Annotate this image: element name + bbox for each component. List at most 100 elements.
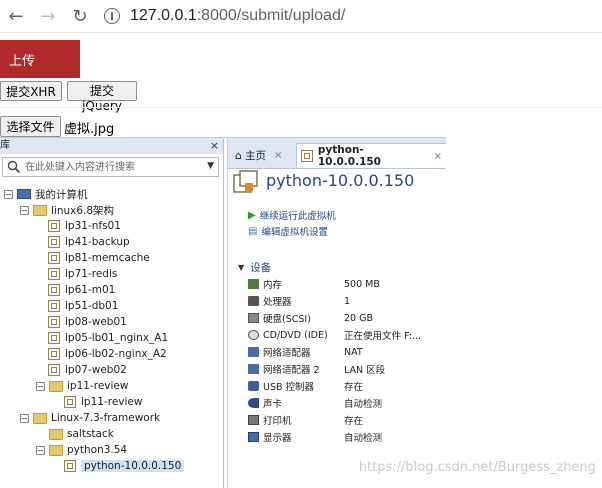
device-row-network-2[interactable]: 网络适配器 2 LAN 区段 (248, 361, 443, 377)
tab-home-label: 主页 (244, 150, 266, 162)
device-row-cpu[interactable]: 处理器 1 (248, 293, 443, 309)
watermark: https://blog.csdn.net/Burgess_zheng (358, 460, 596, 475)
search-input[interactable] (25, 159, 195, 175)
tree-item-vm[interactable]: ip11-review (64, 394, 142, 410)
site-info-icon[interactable]: i (104, 8, 120, 24)
url-path: :8000/submit/upload/ (196, 7, 346, 24)
vm-icon (301, 150, 313, 162)
collapse-icon[interactable]: − (36, 381, 45, 391)
tree-item-vm[interactable]: ip51-db01 (48, 298, 118, 314)
vm-large-icon (233, 170, 258, 193)
tree-item-vm[interactable]: ip07-web02 (48, 362, 127, 378)
device-row-usb[interactable]: USB 控制器 存在 (248, 378, 443, 394)
device-row-printer[interactable]: 打印机 存在 (248, 412, 443, 428)
device-row-memory[interactable]: 内存 500 MB (248, 276, 443, 292)
tree-item-vm[interactable]: ip41-backup (48, 234, 130, 250)
close-icon[interactable]: × (274, 150, 282, 161)
tree-item-ip11-folder[interactable]: − ip11-review (36, 378, 128, 394)
forward-arrow-icon[interactable]: → (36, 4, 60, 28)
tree-item-vm[interactable]: ip05-lb01_nginx_A1 (48, 330, 168, 346)
folder-icon (49, 444, 63, 456)
vm-title: python-10.0.0.150 (266, 171, 415, 190)
tree-item-vm[interactable]: ip08-web01 (48, 314, 127, 330)
address-bar[interactable]: i 127.0.0.1:8000/submit/upload/ (104, 4, 594, 28)
library-title: 库 (0, 138, 223, 154)
vm-icon (48, 348, 60, 360)
back-arrow-icon[interactable]: ← (4, 4, 28, 28)
home-icon: ⌂ (235, 149, 242, 162)
folder-icon (49, 380, 63, 392)
tab-bar: ⌂ 主页 × python-10.0.0.150 × (228, 138, 446, 169)
reload-icon[interactable]: ↻ (68, 4, 92, 28)
edit-vm-settings-link[interactable]: ▤ 编辑虚拟机设置 (248, 224, 328, 239)
play-icon: ▶ (248, 209, 256, 221)
library-panel: 库 × ▼ −我的计算机 −linux6.8架构 ip31-nfs01 ip41… (0, 138, 224, 488)
folder-icon (33, 204, 47, 216)
close-icon[interactable]: × (434, 151, 442, 162)
tree-item-my-computer[interactable]: − 我的计算机 (4, 186, 88, 202)
submit-jquery-button[interactable]: 提交jQuery (67, 81, 137, 113)
divider (0, 107, 602, 108)
submit-xhr-button[interactable]: 提交XHR (0, 81, 62, 101)
vm-details-pane: ⌂ 主页 × python-10.0.0.150 × python-10.0.0.15… (227, 138, 446, 488)
vm-icon (48, 300, 60, 312)
tree-item-linux73[interactable]: − Linux-7.3-framework (20, 410, 160, 426)
run-vm-link[interactable]: ▶ 继续运行此虚拟机 (248, 208, 336, 223)
tree-item-python-vm[interactable]: python-10.0.0.150 (64, 458, 185, 474)
vm-icon (48, 332, 60, 344)
device-row-display[interactable]: 显示器 自动检测 (248, 429, 443, 445)
vm-icon (48, 220, 60, 232)
tree-item-vm[interactable]: ip31-nfs01 (48, 218, 121, 234)
tree-item-linux68[interactable]: − linux6.8架构 (20, 202, 114, 218)
devices-section-header[interactable]: ▼ 设备 (238, 260, 271, 275)
vm-icon (48, 268, 60, 280)
vm-icon (64, 460, 76, 472)
computer-icon (17, 189, 31, 199)
search-icon (7, 160, 21, 174)
folder-icon (33, 412, 47, 424)
device-row-cdrom[interactable]: CD/DVD (IDE) 正在使用文件 F:... (248, 327, 443, 343)
usb-icon (248, 381, 259, 391)
tree-item-vm[interactable]: ip61-m01 (48, 282, 115, 298)
collapse-icon[interactable]: − (36, 445, 45, 455)
devices-section-label: 设备 (250, 262, 272, 274)
selected-file-name: 虚拟.jpg (64, 122, 115, 137)
browser-toolbar: ← → ↻ i 127.0.0.1:8000/submit/upload/ (0, 0, 602, 33)
device-row-sound[interactable]: 声卡 自动检测 (248, 395, 443, 411)
cd-icon (248, 330, 259, 340)
vm-icon (48, 236, 60, 248)
url-host: 127.0.0.1 (130, 7, 197, 24)
tab-vm-label: python-10.0.0.150 (317, 144, 381, 168)
vm-icon (48, 364, 60, 376)
library-title-text: 库 (0, 140, 10, 151)
tab-vm[interactable]: python-10.0.0.150 × (296, 143, 446, 168)
run-vm-label: 继续运行此虚拟机 (259, 211, 336, 222)
collapse-icon[interactable]: − (20, 205, 29, 215)
upload-button[interactable]: 上传 (0, 40, 80, 78)
speaker-icon (248, 398, 259, 408)
tree-item-vm[interactable]: ip71-redis (48, 266, 117, 282)
choose-file-button[interactable]: 选择文件 (0, 116, 61, 137)
vm-icon (48, 252, 60, 264)
network-icon (248, 347, 259, 357)
vmware-screenshot: 库 × ▼ −我的计算机 −linux6.8架构 ip31-nfs01 ip41… (0, 137, 446, 488)
collapse-icon[interactable]: − (20, 413, 29, 423)
printer-icon (248, 415, 259, 425)
memory-icon (248, 279, 259, 289)
tree-item-python354[interactable]: − python3.54 (36, 442, 127, 458)
tab-home[interactable]: ⌂ 主页 × (231, 143, 286, 168)
tree-item-vm[interactable]: ip81-memcache (48, 250, 150, 266)
hard-disk-icon (248, 313, 259, 323)
library-search[interactable]: ▼ (2, 157, 219, 177)
edit-vm-label: 编辑虚拟机设置 (261, 227, 328, 238)
collapse-triangle-icon[interactable]: ▼ (238, 263, 244, 272)
chevron-down-icon[interactable]: ▼ (207, 161, 214, 171)
vm-icon (48, 316, 60, 328)
device-row-disk[interactable]: 硬盘(SCSI) 20 GB (248, 310, 443, 326)
close-icon[interactable]: × (210, 138, 219, 154)
tree-item-vm[interactable]: ip06-lb02-nginx_A2 (48, 346, 167, 362)
device-row-network-1[interactable]: 网络适配器 NAT (248, 344, 443, 360)
vm-icon (48, 284, 60, 296)
tree-item-saltstack[interactable]: saltstack (49, 426, 114, 442)
collapse-icon[interactable]: − (4, 189, 13, 199)
